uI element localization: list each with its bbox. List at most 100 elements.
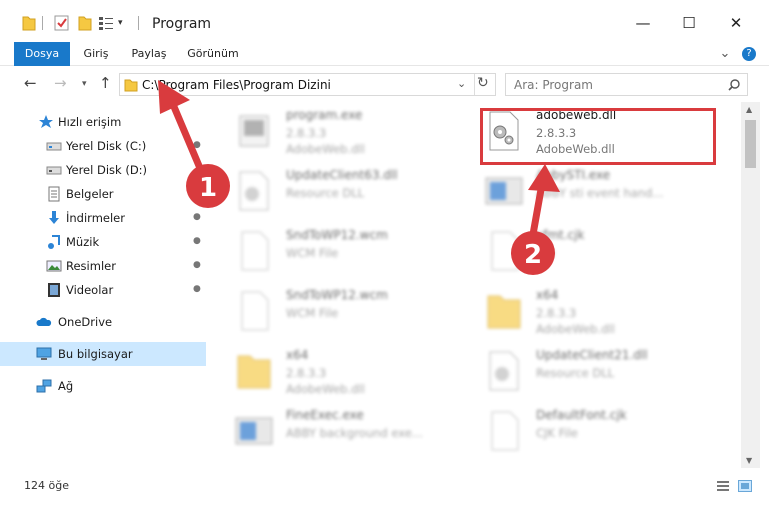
dll-gear-icon (239, 171, 269, 211)
folder-icon (22, 16, 36, 31)
item-count: 124 öğe (24, 479, 69, 492)
sidebar-item-label: Resimler (66, 259, 116, 273)
sidebar-item-local-disk-d[interactable]: Yerel Disk (D:) (0, 158, 206, 182)
tab-home[interactable]: Giriş (78, 42, 114, 66)
pin-icon[interactable]: ● (193, 236, 201, 246)
maximize-button[interactable]: ☐ (666, 8, 712, 38)
pin-icon[interactable]: ● (193, 260, 201, 270)
file-icon (241, 291, 269, 331)
scroll-up-icon[interactable]: ▲ (746, 105, 752, 114)
pin-icon[interactable]: ● (193, 284, 201, 294)
file-name: UpdateClient63.dll (286, 168, 398, 182)
file-detail: AdobeWeb.dll (286, 382, 365, 396)
sidebar-item-videos[interactable]: Videolar ● (0, 278, 206, 302)
search-box[interactable]: Ara: Program (505, 73, 748, 96)
sidebar-item-label: OneDrive (58, 315, 113, 329)
tab-share[interactable]: Paylaş (126, 42, 172, 66)
file-item[interactable]: SndToWP12.wcm WCM File (228, 222, 473, 280)
window-title: Program (152, 16, 212, 32)
address-bar[interactable]: C:\Program Files\Program Dizini ⌄ ↻ (119, 73, 496, 96)
file-detail: AdobeWeb.dll (536, 322, 615, 336)
file-name: DefaultFont.cjk (536, 408, 627, 422)
file-item[interactable]: FineExec.exe ABBY background exe... (228, 402, 473, 460)
tab-file[interactable]: Dosya (14, 42, 70, 66)
pin-icon[interactable]: ● (193, 188, 201, 198)
folder-icon (487, 295, 521, 329)
forward-arrow-icon[interactable]: → (54, 74, 67, 92)
sidebar-item-local-disk-c[interactable]: Yerel Disk (C:) ● (0, 134, 206, 158)
highlight-box (480, 108, 716, 165)
file-name: program.exe (286, 108, 363, 122)
sidebar-item-label: Videolar (66, 283, 114, 297)
ribbon-tabs: Dosya Giriş Paylaş Görünüm ⌄ ? (0, 42, 769, 66)
tab-view[interactable]: Görünüm (184, 42, 242, 66)
file-item[interactable]: UpdateClient63.dll Resource DLL (228, 162, 473, 220)
close-button[interactable]: ✕ (713, 8, 759, 38)
properties-icon[interactable] (54, 14, 70, 34)
file-icon (491, 231, 519, 271)
sidebar-item-network[interactable]: Ağ (0, 374, 206, 398)
sidebar-item-quick-access[interactable]: Hızlı erişim (0, 110, 206, 134)
folder-icon (124, 79, 138, 92)
qa-separator (42, 16, 43, 30)
file-item[interactable]: xfmt.cjk File (478, 222, 723, 280)
expand-ribbon-icon[interactable]: ⌄ (718, 42, 732, 66)
sidebar-item-onedrive[interactable]: OneDrive (0, 310, 206, 334)
up-arrow-icon[interactable]: ↑ (99, 74, 112, 92)
computer-icon (36, 347, 52, 360)
sidebar-item-label: Müzik (66, 235, 100, 249)
minimize-button[interactable]: — (620, 8, 666, 38)
customize-qa-dropdown-icon[interactable]: ▾ (118, 18, 123, 38)
download-icon (49, 211, 59, 224)
file-detail: 2.8.3.3 (286, 366, 327, 380)
file-detail: File (536, 246, 556, 260)
file-detail: ABBY sti event hand... (536, 186, 664, 200)
sidebar-item-label: Yerel Disk (C:) (66, 139, 147, 153)
address-dropdown-icon[interactable]: ⌄ (457, 77, 466, 90)
drive-icon (46, 166, 62, 175)
vertical-scrollbar[interactable]: ▲ ▼ (741, 102, 760, 468)
pin-icon[interactable]: ● (193, 140, 201, 150)
exe-blue-icon (235, 417, 273, 445)
file-item[interactable]: UpdateClient21.dll Resource DLL (478, 342, 723, 400)
sidebar-item-pictures[interactable]: Resimler ● (0, 254, 206, 278)
file-icon (491, 411, 519, 451)
scroll-thumb[interactable] (745, 120, 756, 168)
file-item[interactable]: SndToWP12.wcm WCM File (228, 282, 473, 340)
drive-icon (46, 142, 62, 151)
file-item[interactable]: program.exe 2.8.3.3 AdobeWeb.dll (228, 102, 473, 160)
file-item[interactable]: x64 2.8.3.3 AdobeWeb.dll (478, 282, 723, 340)
star-icon (39, 115, 53, 128)
sidebar-item-downloads[interactable]: İndirmeler ● (0, 206, 206, 230)
search-icon[interactable] (728, 79, 740, 91)
view-options-icon[interactable] (98, 14, 114, 34)
scroll-down-icon[interactable]: ▼ (746, 456, 752, 465)
navigation-bar: ← → ▾ ↑ C:\Program Files\Program Dizini … (0, 66, 769, 102)
sidebar-item-documents[interactable]: Belgeler ● (0, 182, 206, 206)
sidebar-item-music[interactable]: Müzik ● (0, 230, 206, 254)
file-name: SndToWP12.wcm (286, 288, 388, 302)
navigation-pane: Hızlı erişim Yerel Disk (C:) ● Yerel Dis… (0, 102, 213, 468)
file-icon (241, 231, 269, 271)
new-folder-icon[interactable] (78, 14, 92, 34)
recent-locations-icon[interactable]: ▾ (82, 79, 87, 89)
exe-icon (239, 115, 269, 147)
title-bar: ▾ Program — ☐ ✕ (0, 0, 769, 42)
large-icons-view-icon[interactable] (738, 480, 752, 492)
file-name: UpdateClient21.dll (536, 348, 648, 362)
details-view-icon[interactable] (716, 480, 730, 492)
help-icon[interactable]: ? (742, 47, 756, 61)
documents-icon (48, 186, 60, 202)
pin-icon[interactable]: ● (193, 212, 201, 222)
sidebar-item-label: Hızlı erişim (58, 115, 122, 129)
back-arrow-icon[interactable]: ← (24, 74, 37, 92)
file-detail: AdobeWeb.dll (286, 142, 365, 156)
file-item[interactable]: DefaultFont.cjk CJK File (478, 402, 723, 460)
file-item[interactable]: x64 2.8.3.3 AdobeWeb.dll (228, 342, 473, 400)
sidebar-item-this-pc[interactable]: Bu bilgisayar (0, 342, 206, 366)
status-bar: 124 öğe (0, 474, 769, 498)
sidebar-item-label: İndirmeler (66, 211, 125, 225)
file-detail: 2.8.3.3 (286, 126, 327, 140)
refresh-icon[interactable]: ↻ (477, 75, 489, 91)
file-item[interactable]: AbbySTI.exe ABBY sti event hand... (478, 162, 723, 220)
